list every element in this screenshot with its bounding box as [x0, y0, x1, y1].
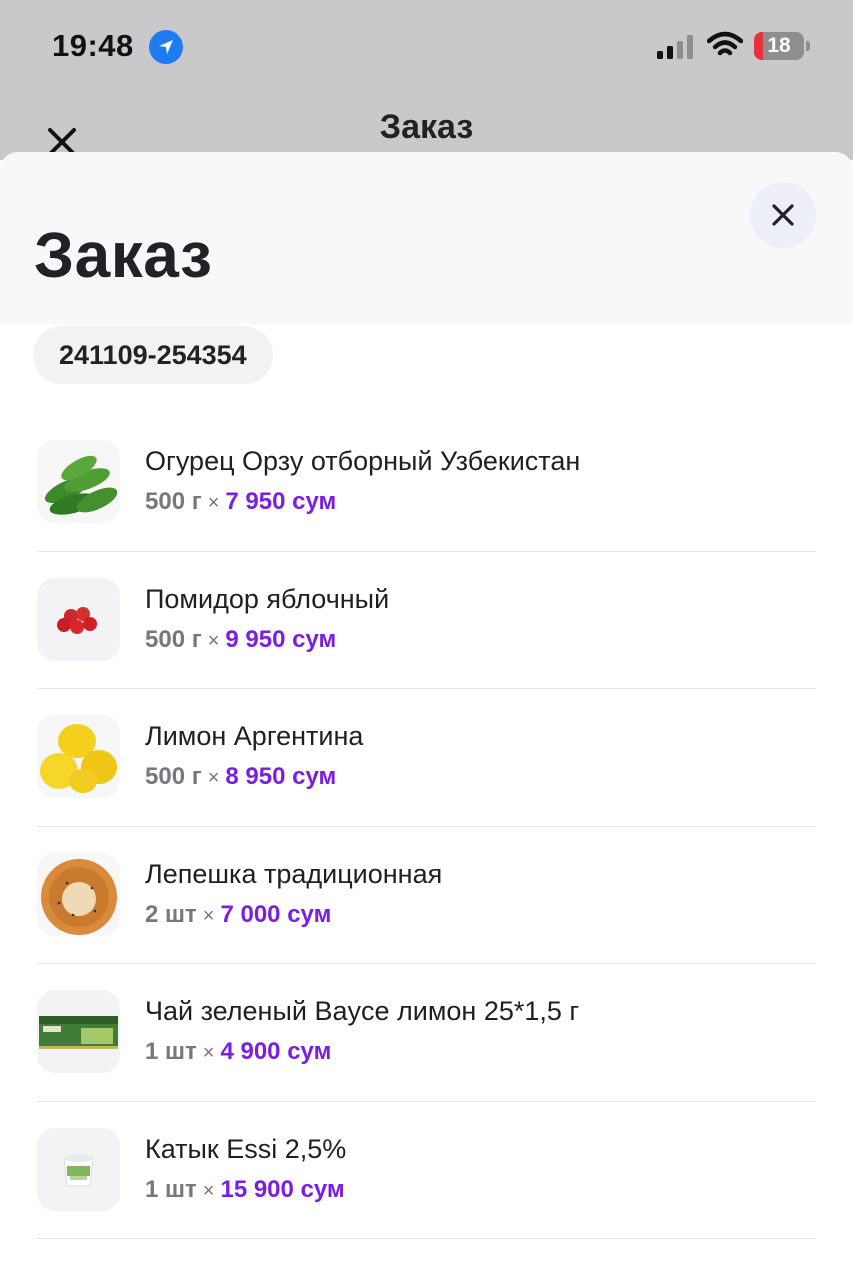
tomatoes-image	[37, 577, 120, 661]
item-price: 15 900 сум	[220, 1175, 345, 1203]
tea-box-image	[37, 990, 120, 1073]
lemons-image	[37, 715, 120, 798]
battery-percent: 18	[767, 34, 791, 57]
list-item[interactable]: Огурец Орзу отборный Узбекистан 500 г × 7 …	[37, 414, 816, 552]
order-sheet: Заказ 241109-254354 Огурец Орзу отборный…	[0, 152, 853, 1280]
item-name: Лепешка традиционная	[145, 858, 443, 889]
item-meta: 500 г × 9 950 сум	[145, 626, 336, 654]
item-quantity: 2 шт	[145, 900, 197, 928]
item-quantity: 1 шт	[145, 1038, 197, 1065]
item-name: Огурец Орзу отборный Узбекистан	[145, 446, 581, 476]
item-meta: 1 шт × 4 900 сум	[145, 1038, 331, 1066]
multiply-sign: ×	[207, 629, 220, 652]
item-quantity: 500 г	[145, 763, 202, 790]
item-price: 7 000 сум	[220, 900, 332, 928]
item-meta: 1 шт × 15 900 сум	[145, 1176, 345, 1204]
multiply-sign: ×	[202, 1179, 215, 1202]
battery-icon: 18	[754, 32, 810, 60]
item-quantity: 1 шт	[145, 1175, 197, 1203]
list-item[interactable]: Лепешка традиционная 2 шт × 7 000 сум	[37, 827, 816, 964]
item-price: 9 950 сум	[225, 625, 337, 653]
item-price: 8 950 сум	[225, 763, 337, 790]
item-quantity: 500 г	[145, 488, 202, 515]
sheet-header: Заказ	[0, 152, 853, 324]
wifi-icon	[707, 31, 743, 56]
item-meta: 500 г × 7 950 сум	[145, 488, 336, 516]
list-item[interactable]: Помидор яблочный 500 г × 9 950 сум	[37, 552, 816, 689]
item-quantity: 500 г	[145, 625, 202, 653]
order-number-badge: 241109-254354	[33, 326, 273, 384]
close-icon	[772, 204, 794, 226]
yogurt-cup-image	[37, 1127, 120, 1211]
item-meta: 500 г × 8 950 сум	[145, 763, 336, 791]
item-meta: 2 шт × 7 000 сум	[145, 901, 331, 929]
close-button[interactable]	[750, 182, 816, 248]
background-title: Заказ	[379, 108, 474, 146]
list-item[interactable]: Чай зеленый Bayce лимон 25*1,5 г 1 шт × 4 …	[37, 964, 816, 1102]
item-name: Лимон Аргентина	[145, 721, 364, 751]
order-items-list: Огурец Орзу отборный Узбекистан 500 г × 7 …	[37, 414, 816, 1239]
location-arrow-icon	[149, 30, 183, 64]
list-item[interactable]: Лимон Аргентина 500 г × 8 950 сум	[37, 689, 816, 827]
item-price: 4 900 сум	[220, 1038, 332, 1065]
item-name: Чай зеленый Bayce лимон 25*1,5 г	[145, 996, 580, 1026]
item-price: 7 950 сум	[225, 488, 337, 515]
cellular-signal-icon	[657, 35, 693, 59]
multiply-sign: ×	[207, 492, 220, 514]
multiply-sign: ×	[202, 904, 215, 927]
page-title: Заказ	[34, 219, 213, 291]
item-name: Помидор яблочный	[145, 583, 390, 614]
status-time: 19:48	[52, 28, 134, 63]
cucumbers-image	[37, 440, 120, 523]
list-item[interactable]: Катык Essi 2,5% 1 шт × 15 900 сум	[37, 1102, 816, 1239]
multiply-sign: ×	[202, 1042, 215, 1064]
flatbread-image	[37, 852, 120, 936]
multiply-sign: ×	[207, 767, 220, 789]
item-name: Катык Essi 2,5%	[145, 1133, 347, 1164]
